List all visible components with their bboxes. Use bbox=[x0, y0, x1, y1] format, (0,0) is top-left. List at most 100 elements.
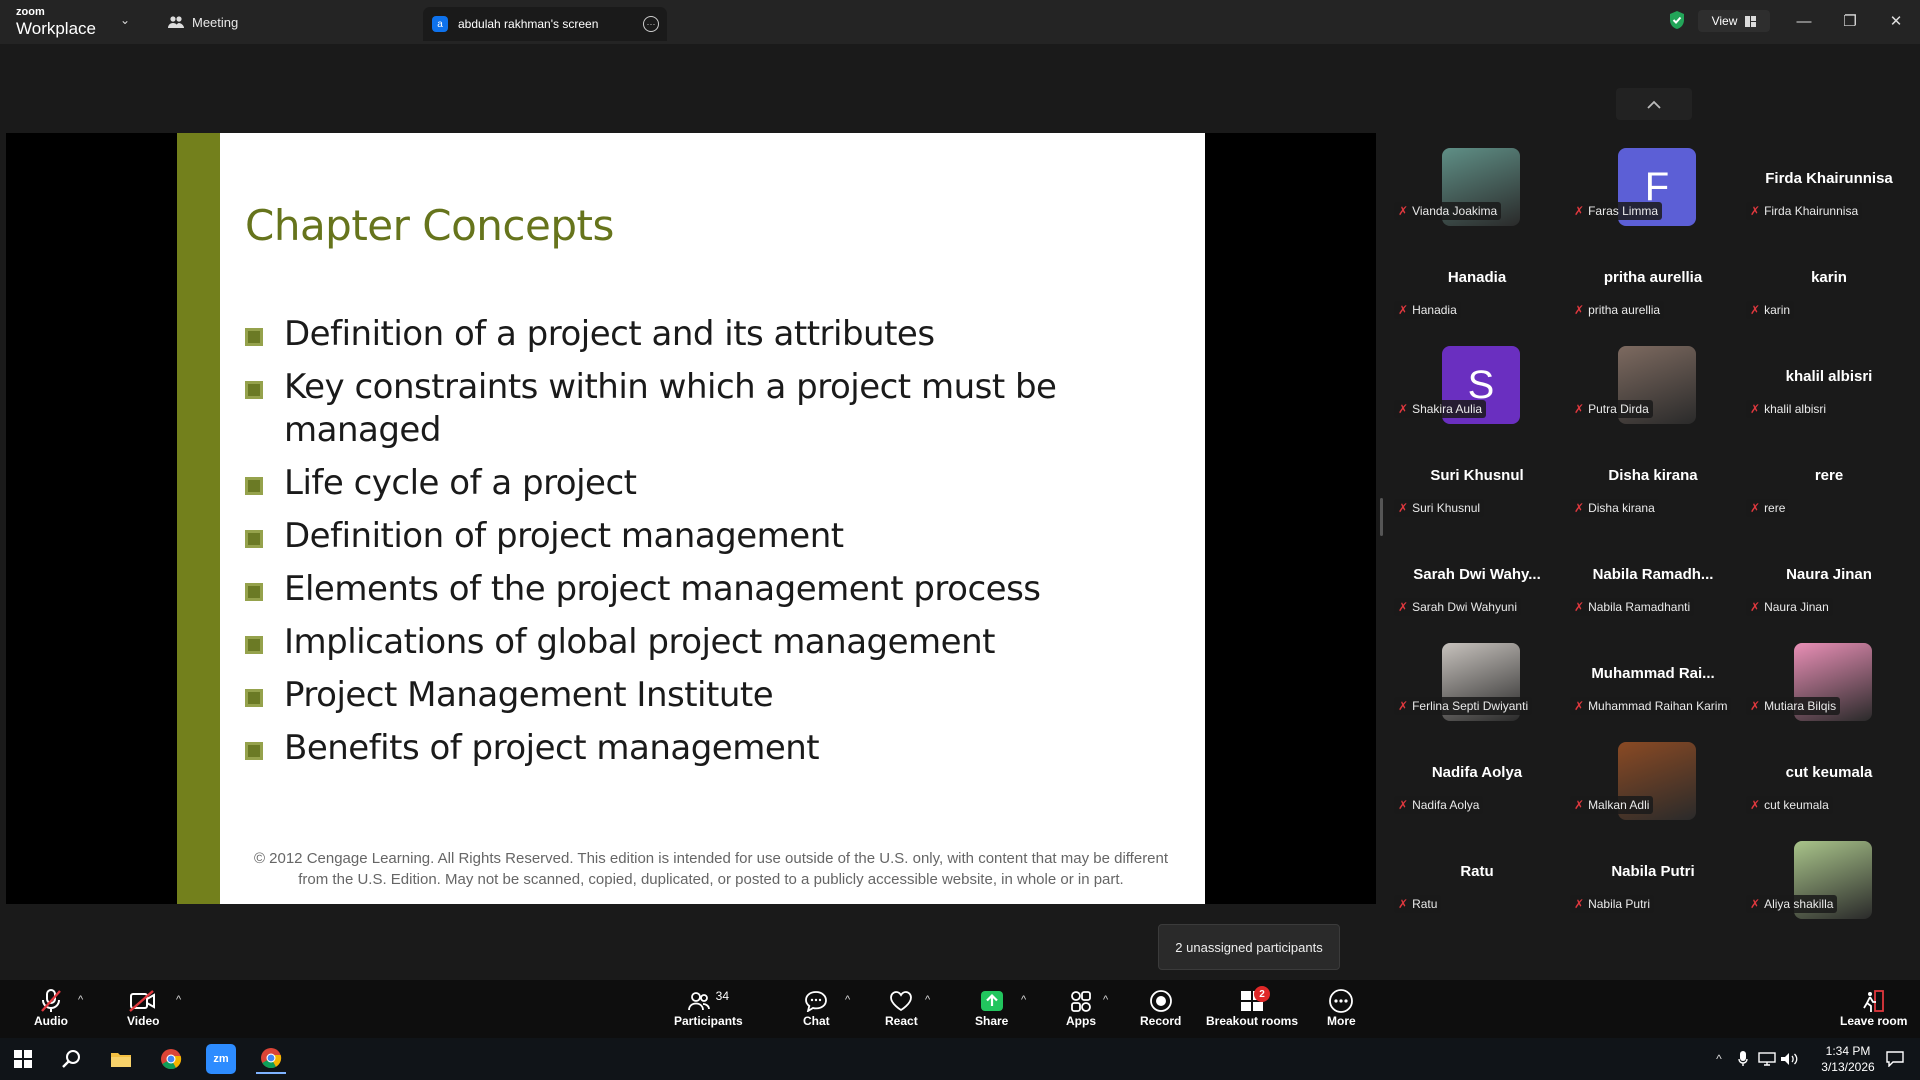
participant-tile[interactable]: Ratu ✗ Ratu bbox=[1392, 843, 1562, 939]
participant-name: Nabila Putri bbox=[1588, 897, 1651, 911]
audio-options-caret-icon[interactable]: ^ bbox=[78, 994, 83, 1006]
participant-tile[interactable]: Disha kirana ✗ Disha kirana bbox=[1568, 447, 1738, 543]
participant-tile[interactable]: ✗ Ferlina Septi Dwiyanti bbox=[1392, 643, 1562, 741]
participant-name-label: ✗ Hanadia bbox=[1394, 301, 1461, 319]
apps-options-caret-icon[interactable]: ^ bbox=[1103, 994, 1108, 1006]
participant-tile[interactable]: Firda Khairunnisa ✗ Firda Khairunnisa bbox=[1744, 150, 1914, 246]
participants-button[interactable]: 34 Participants bbox=[674, 988, 743, 1028]
video-button[interactable]: Video bbox=[127, 988, 159, 1028]
apps-button[interactable]: Apps bbox=[1066, 988, 1096, 1028]
view-button[interactable]: View bbox=[1698, 10, 1770, 32]
chat-button[interactable]: Chat bbox=[803, 988, 830, 1028]
more-button[interactable]: More bbox=[1327, 988, 1356, 1028]
participant-name-label: ✗ Faras Limma bbox=[1570, 202, 1663, 220]
participant-tile[interactable]: ✗ Mutiara Bilqis bbox=[1744, 643, 1914, 741]
mic-muted-icon: ✗ bbox=[1750, 501, 1761, 515]
participant-name-label: ✗ Mutiara Bilqis bbox=[1746, 697, 1841, 715]
participant-name: Naura Jinan bbox=[1764, 600, 1829, 614]
panel-resize-handle[interactable] bbox=[1380, 498, 1383, 536]
participant-tile[interactable]: F ✗ Faras Limma bbox=[1568, 148, 1738, 246]
windows-start-icon[interactable] bbox=[8, 1044, 38, 1074]
volume-icon[interactable] bbox=[1774, 1044, 1804, 1074]
record-button[interactable]: Record bbox=[1140, 988, 1181, 1028]
breakout-rooms-button[interactable]: 2 Breakout rooms bbox=[1206, 986, 1298, 1028]
video-label: Video bbox=[127, 1014, 160, 1028]
chat-options-caret-icon[interactable]: ^ bbox=[845, 994, 850, 1006]
participant-tile[interactable]: Nabila Putri ✗ Nabila Putri bbox=[1568, 843, 1738, 939]
logo-bottom-text: Workplace bbox=[16, 19, 96, 38]
participant-tile[interactable]: pritha aurellia ✗ pritha aurellia bbox=[1568, 249, 1738, 345]
shared-screen-area: Chapter Concepts Definition of a project… bbox=[6, 133, 1376, 904]
participant-name: Sarah Dwi Wahyuni bbox=[1412, 600, 1517, 614]
participant-display-name: Hanadia bbox=[1447, 269, 1507, 286]
participant-tile[interactable]: Suri Khusnul ✗ Suri Khusnul bbox=[1392, 447, 1562, 543]
video-options-caret-icon[interactable]: ^ bbox=[176, 994, 181, 1006]
slide-bullet: Definition of a project and its attribut… bbox=[245, 313, 1145, 356]
bullet-square-icon bbox=[245, 381, 263, 399]
participant-tile[interactable]: Sarah Dwi Wahy... ✗ Sarah Dwi Wahyuni bbox=[1392, 546, 1562, 642]
participant-tile[interactable]: rere ✗ rere bbox=[1744, 447, 1914, 543]
encryption-shield-icon[interactable] bbox=[1668, 10, 1686, 30]
participant-name: Malkan Adli bbox=[1588, 798, 1650, 812]
zoom-workplace-logo[interactable]: zoom Workplace bbox=[16, 5, 106, 39]
participant-display-name: Disha kirana bbox=[1608, 467, 1698, 484]
chevron-down-icon[interactable]: ⌄ bbox=[120, 13, 130, 27]
tab-shared-screen[interactable]: a abdulah rakhman's screen ··· bbox=[423, 7, 667, 41]
mic-muted-icon: ✗ bbox=[1750, 897, 1761, 911]
participant-display-name: Suri Khusnul bbox=[1430, 467, 1524, 484]
notification-icon[interactable] bbox=[1880, 1044, 1910, 1074]
bullet-square-icon bbox=[245, 742, 263, 760]
participant-tile[interactable]: karin ✗ karin bbox=[1744, 249, 1914, 345]
participant-tile[interactable]: Nadifa Aolya ✗ Nadifa Aolya bbox=[1392, 744, 1562, 840]
audio-button[interactable]: Audio bbox=[34, 988, 68, 1028]
file-explorer-icon[interactable] bbox=[106, 1044, 136, 1074]
chat-icon bbox=[805, 991, 828, 1012]
mic-muted-icon: ✗ bbox=[1398, 204, 1409, 218]
participant-tile[interactable]: Naura Jinan ✗ Naura Jinan bbox=[1744, 546, 1914, 642]
react-label: React bbox=[885, 1014, 918, 1028]
taskbar-clock[interactable]: 1:34 PM 3/13/2026 bbox=[1818, 1043, 1878, 1075]
participant-tile[interactable]: cut keumala ✗ cut keumala bbox=[1744, 744, 1914, 840]
participant-name-label: ✗ karin bbox=[1746, 301, 1795, 319]
more-icon bbox=[1329, 989, 1354, 1013]
chrome-icon[interactable] bbox=[156, 1044, 186, 1074]
participant-tile[interactable]: Muhammad Rai... ✗ Muhammad Raihan Karim bbox=[1568, 645, 1738, 741]
minimize-icon[interactable]: — bbox=[1792, 10, 1816, 32]
record-icon bbox=[1149, 990, 1172, 1012]
share-options-caret-icon[interactable]: ^ bbox=[1021, 994, 1026, 1006]
restore-icon[interactable]: ❐ bbox=[1838, 10, 1862, 32]
participant-name-label: ✗ pritha aurellia bbox=[1570, 301, 1665, 319]
participant-tile[interactable]: ✗ Aliya shakilla bbox=[1744, 841, 1914, 939]
gallery-scroll-up-button[interactable] bbox=[1616, 88, 1692, 120]
audio-label: Audio bbox=[34, 1014, 68, 1028]
leave-room-button[interactable]: Leave room bbox=[1840, 988, 1907, 1028]
close-icon[interactable]: ✕ bbox=[1884, 10, 1908, 32]
react-button[interactable]: React bbox=[885, 988, 918, 1028]
participant-tile[interactable]: Nabila Ramadh... ✗ Nabila Ramadhanti bbox=[1568, 546, 1738, 642]
participant-name-label: ✗ Naura Jinan bbox=[1746, 598, 1833, 616]
participant-name-label: ✗ cut keumala bbox=[1746, 796, 1833, 814]
participant-tile[interactable]: khalil albisri ✗ khalil albisri bbox=[1744, 348, 1914, 444]
bullet-square-icon bbox=[245, 689, 263, 707]
more-options-icon[interactable]: ··· bbox=[643, 16, 659, 32]
chrome-profile-icon[interactable] bbox=[256, 1044, 286, 1074]
slide-title: Chapter Concepts bbox=[245, 201, 614, 250]
search-icon[interactable] bbox=[57, 1044, 87, 1074]
participant-name-label: ✗ Putra Dirda bbox=[1570, 400, 1653, 418]
participant-tile[interactable]: ✗ Putra Dirda bbox=[1568, 346, 1738, 444]
react-options-caret-icon[interactable]: ^ bbox=[925, 994, 930, 1006]
participant-name: Nabila Ramadhanti bbox=[1588, 600, 1691, 614]
participant-tile[interactable]: ✗ Malkan Adli bbox=[1568, 742, 1738, 840]
tab-shared-screen-label: abdulah rakhman's screen bbox=[458, 17, 599, 31]
participant-tile[interactable]: ✗ Vianda Joakima bbox=[1392, 148, 1562, 246]
share-button[interactable]: Share bbox=[975, 988, 1008, 1028]
mic-muted-icon: ✗ bbox=[1574, 501, 1585, 515]
participant-tile[interactable]: S ✗ Shakira Aulia bbox=[1392, 346, 1562, 444]
participant-display-name: Naura Jinan bbox=[1786, 566, 1872, 583]
heart-icon bbox=[890, 991, 913, 1012]
tab-meeting[interactable]: Meeting bbox=[168, 9, 238, 35]
participant-tile[interactable]: Hanadia ✗ Hanadia bbox=[1392, 249, 1562, 345]
slide-bullet-list: Definition of a project and its attribut… bbox=[245, 313, 1145, 770]
participant-name-label: ✗ Muhammad Raihan Karim bbox=[1570, 697, 1732, 715]
zoom-app-icon[interactable]: zm bbox=[206, 1044, 236, 1074]
